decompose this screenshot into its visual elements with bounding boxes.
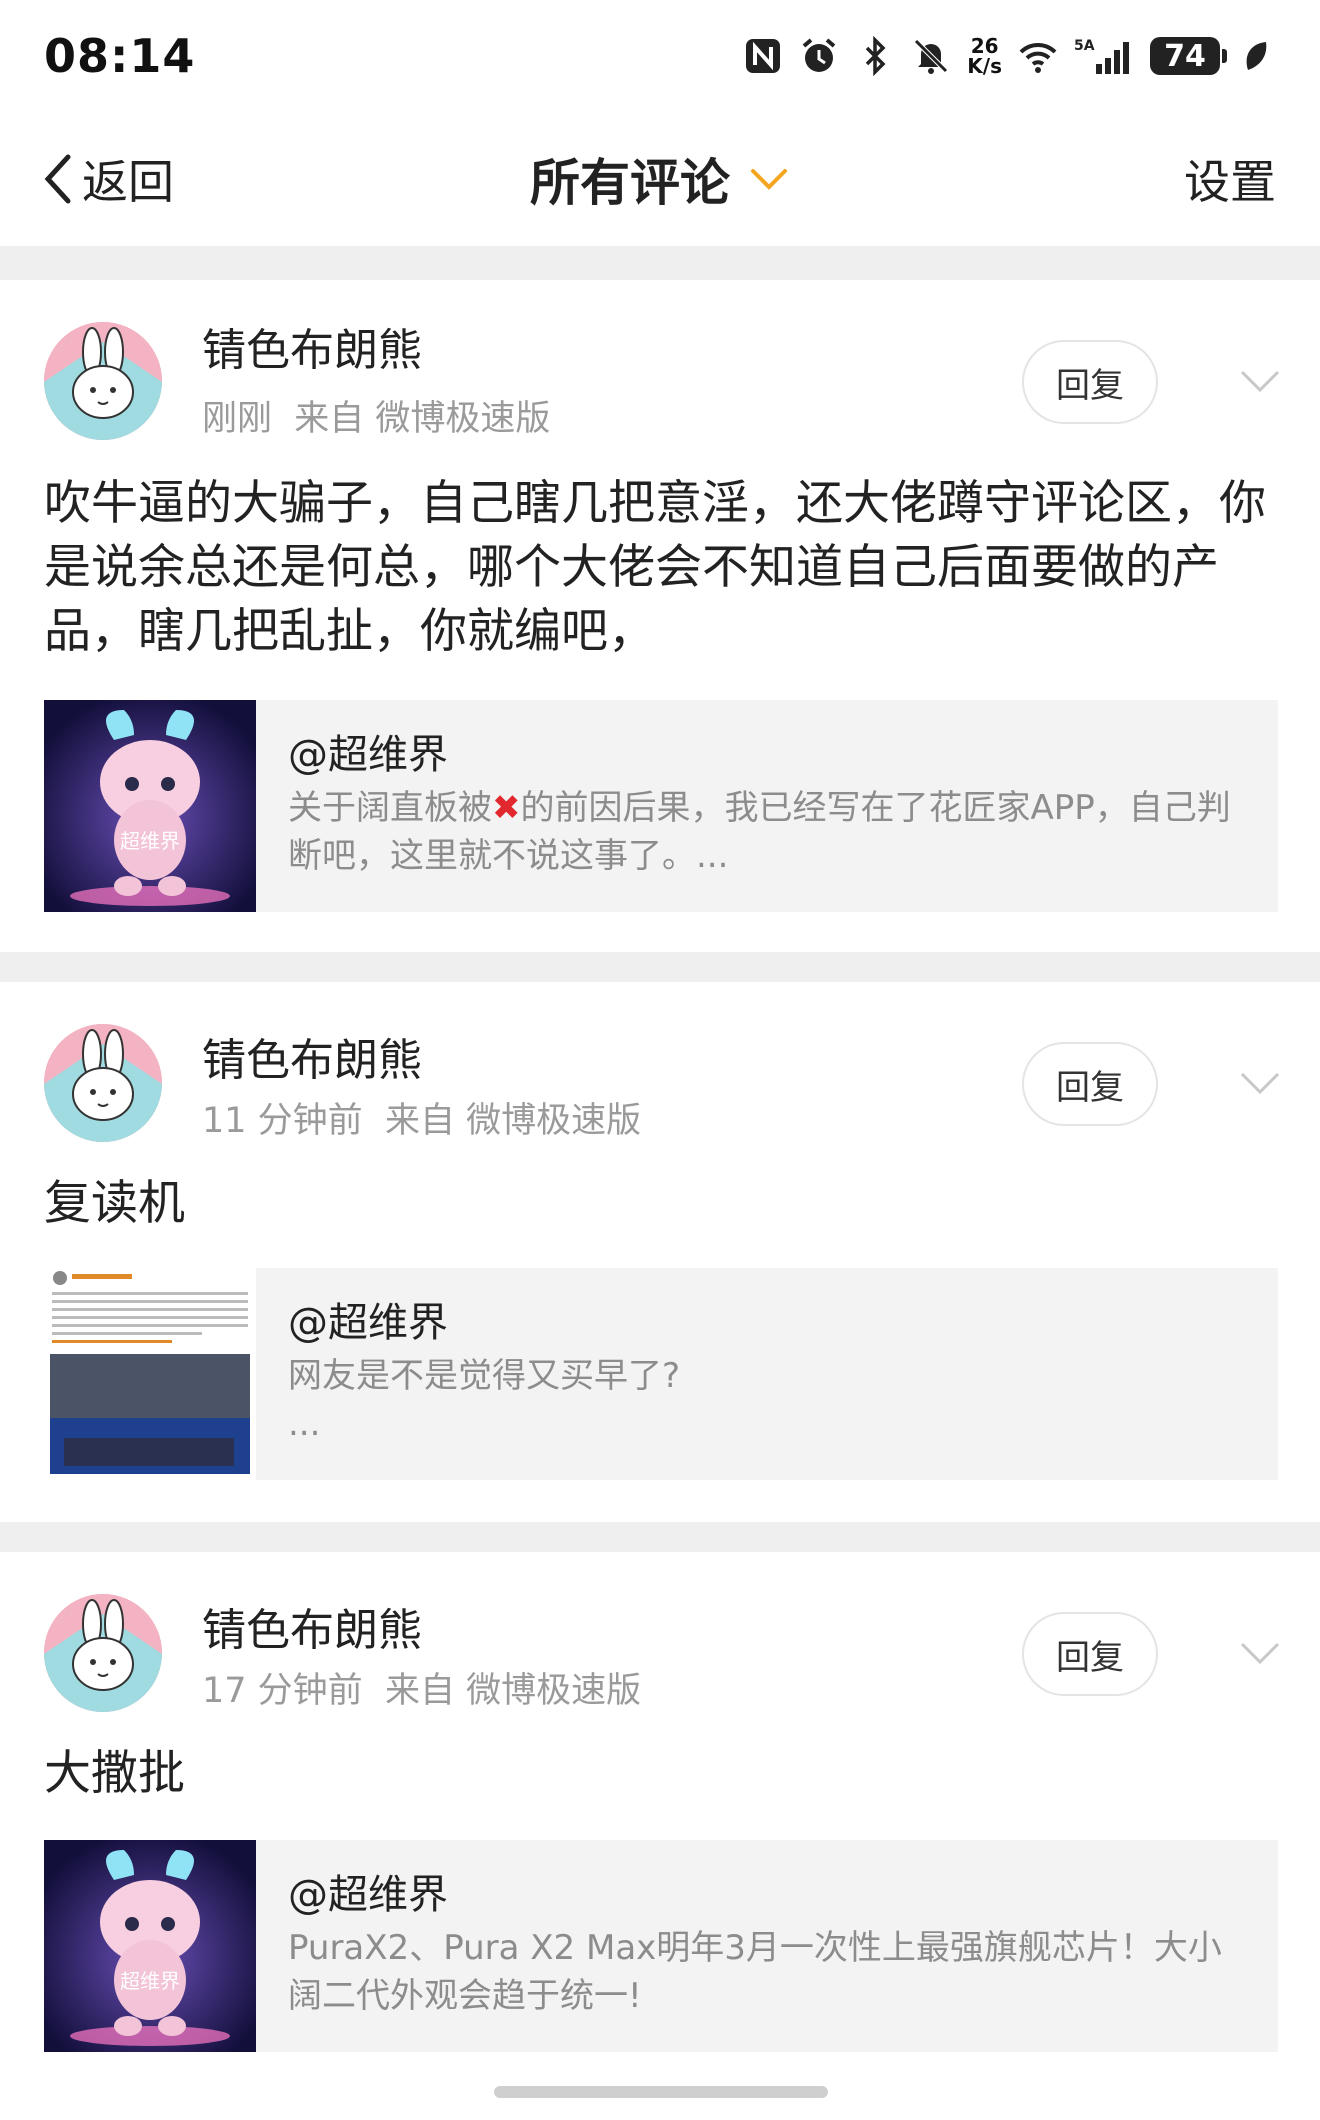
red-cross-icon: ✖: [492, 788, 521, 828]
comment-text: 吹牛逼的大骗子，自己瞎几把意淫，还大佬蹲守评论区，你是说余总还是何总，哪个大佬会…: [44, 476, 1266, 659]
dragon-mascot-image: 超维界: [44, 1840, 256, 2052]
page-title: 所有评论: [530, 154, 730, 212]
comment-card: 锖色布朗熊 11 分钟前 来自 微博极速版 回复 复读机 @超维界 网友是不是觉…: [0, 982, 1320, 1522]
net-speed: 26 K/s: [967, 34, 1002, 78]
quoted-post-image: 超维界: [44, 700, 256, 912]
comment-meta: 17 分钟前 来自 微博极速版: [202, 1662, 641, 1713]
chevron-down-icon[interactable]: [1236, 366, 1284, 396]
comment-text: 复读机: [44, 1176, 185, 1231]
quoted-post[interactable]: 超维界 @超维界 PuraX2、Pura X2 Max明年3月一次性上最强旗舰芯…: [44, 1840, 1278, 2052]
quoted-post[interactable]: 超维界 @超维界 关于阔直板被✖的前因后果，我已经写在了花匠家APP，自己判断吧…: [44, 700, 1278, 912]
quoted-post[interactable]: @超维界 网友是不是觉得又买早了? ...: [44, 1268, 1278, 1480]
quoted-author: @超维界: [288, 732, 448, 778]
cell-signal-icon: 5A: [1074, 36, 1134, 76]
home-indicator[interactable]: [494, 2086, 828, 2098]
image-label: 超维界: [120, 829, 180, 853]
status-bar: 08:14 26 K/s 5A 74: [0, 0, 1320, 112]
username[interactable]: 锖色布朗熊: [202, 1024, 422, 1088]
nfc-icon: [743, 36, 783, 76]
bluetooth-icon: [855, 36, 895, 76]
chevron-down-icon: [751, 169, 787, 190]
comment-source: 来自 微博极速版: [384, 1671, 642, 1711]
settings-button[interactable]: 设置: [1184, 146, 1276, 212]
image-label: 超维界: [120, 1969, 180, 1993]
rabbit-avatar-icon: [44, 322, 162, 440]
status-time: 08:14: [44, 29, 196, 83]
comment-time: 刚刚: [202, 399, 273, 439]
comment-time: 11 分钟前: [202, 1101, 363, 1141]
comment-time: 17 分钟前: [202, 1671, 363, 1711]
avatar[interactable]: [44, 1594, 162, 1712]
leaf-icon: [1236, 36, 1276, 76]
quoted-post-image: 超维界: [44, 1840, 256, 2052]
wifi-icon: [1018, 36, 1058, 76]
avatar[interactable]: [44, 1024, 162, 1142]
quoted-text: PuraX2、Pura X2 Max明年3月一次性上最强旗舰芯片！大小阔二代外观…: [288, 1928, 1222, 2016]
chevron-down-icon[interactable]: [1236, 1068, 1284, 1098]
divider: [0, 246, 1320, 280]
comment-source: 来自 微博极速版: [384, 1101, 642, 1141]
chevron-down-icon[interactable]: [1236, 1638, 1284, 1668]
quoted-author: @超维界: [288, 1300, 448, 1346]
divider: [0, 952, 1320, 982]
comment-card: 锖色布朗熊 刚刚 来自 微博极速版 回复 吹牛逼的大骗子，自己瞎几把意淫，还大佬…: [0, 280, 1320, 952]
quoted-text: 关于阔直板被✖的前因后果，我已经写在了花匠家APP，自己判断吧，这里就不说这事了…: [288, 788, 1231, 876]
divider: [0, 1522, 1320, 1552]
reply-button[interactable]: 回复: [1022, 1042, 1158, 1126]
news-screenshot-thumbnail: [44, 1268, 256, 1480]
comment-text: 大撒批: [44, 1746, 185, 1801]
comment-meta: 刚刚 来自 微博极速版: [202, 390, 550, 441]
comment-card: 锖色布朗熊 17 分钟前 来自 微博极速版 回复 大撒批 超维界 @超维界 Pu…: [0, 1552, 1320, 2092]
signal-label: 5A: [1074, 38, 1095, 54]
username[interactable]: 锖色布朗熊: [202, 1594, 422, 1658]
alarm-icon: [799, 36, 839, 76]
reply-button[interactable]: 回复: [1022, 1612, 1158, 1696]
battery-indicator: 74: [1150, 37, 1227, 75]
nav-bar: 返回 所有评论 设置: [0, 112, 1320, 246]
quoted-text: 网友是不是觉得又买早了?: [288, 1356, 681, 1396]
comment-source: 来自 微博极速版: [294, 399, 551, 439]
comment-meta: 11 分钟前 来自 微博极速版: [202, 1092, 641, 1143]
reply-button[interactable]: 回复: [1022, 340, 1158, 424]
comment-filter-dropdown[interactable]: 所有评论: [0, 143, 1320, 215]
mute-bell-icon: [911, 36, 951, 76]
rabbit-avatar-icon: [44, 1024, 162, 1142]
quoted-ellipsis: ...: [288, 1404, 321, 1444]
quoted-post-image: [44, 1268, 256, 1480]
rabbit-avatar-icon: [44, 1594, 162, 1712]
quoted-author: @超维界: [288, 1872, 448, 1918]
status-icons: 26 K/s 5A 74: [743, 36, 1276, 76]
avatar[interactable]: [44, 322, 162, 440]
username[interactable]: 锖色布朗熊: [202, 314, 422, 378]
dragon-mascot-image: 超维界: [44, 700, 256, 912]
